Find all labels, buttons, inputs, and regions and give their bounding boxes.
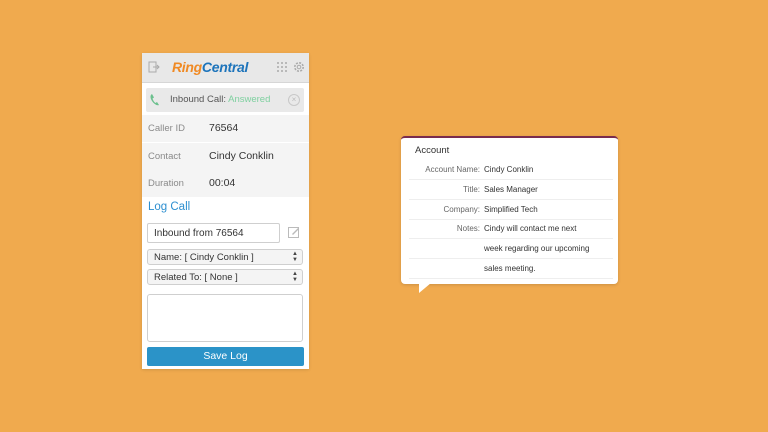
logout-icon[interactable]	[148, 61, 160, 73]
edit-icon[interactable]	[288, 226, 300, 238]
name-select[interactable]: Name: [ Cindy Conklin ] ▲ ▼	[147, 249, 303, 265]
account-title: Account	[415, 145, 450, 156]
company-row: Company: Simplified Tech	[409, 200, 613, 220]
gear-icon[interactable]	[292, 60, 306, 74]
duration-row: Duration 00:04	[142, 170, 309, 198]
call-status-banner: Inbound Call: Answered ×	[146, 88, 304, 112]
account-name-row: Account Name: Cindy Conklin	[409, 160, 613, 180]
select-arrows-icon: ▲ ▼	[292, 271, 298, 283]
ringcentral-logo: RingCentral	[172, 59, 249, 75]
contact-row: Contact Cindy Conklin	[142, 143, 309, 171]
notes-textarea[interactable]	[147, 294, 303, 342]
call-status-text: Inbound Call: Answered	[170, 94, 271, 105]
widget-header: RingCentral	[142, 53, 309, 83]
title-row: Title: Sales Manager	[409, 180, 613, 200]
log-call-title: Log Call	[148, 201, 191, 213]
subject-input[interactable]: Inbound from 76564	[147, 223, 280, 243]
dialpad-icon[interactable]	[276, 61, 288, 73]
notes-row-continued: week regarding our upcoming	[409, 239, 613, 259]
ringcentral-widget: RingCentral Inbound Call: Answered × Cal…	[142, 53, 309, 369]
account-popover: Account Account Name: Cindy Conklin Titl…	[401, 136, 618, 284]
phone-icon	[150, 94, 159, 106]
related-to-select[interactable]: Related To: [ None ] ▲ ▼	[147, 269, 303, 285]
call-state: Answered	[228, 94, 271, 105]
select-arrows-icon: ▲ ▼	[292, 251, 298, 263]
close-icon[interactable]: ×	[288, 94, 300, 106]
popover-tail	[419, 283, 431, 293]
caller-id-row: Caller ID 76564	[142, 115, 309, 143]
notes-row: Notes: Cindy will contact me next	[409, 219, 613, 239]
save-log-button[interactable]: Save Log	[147, 347, 304, 366]
notes-row-continued: sales meeting.	[409, 259, 613, 279]
